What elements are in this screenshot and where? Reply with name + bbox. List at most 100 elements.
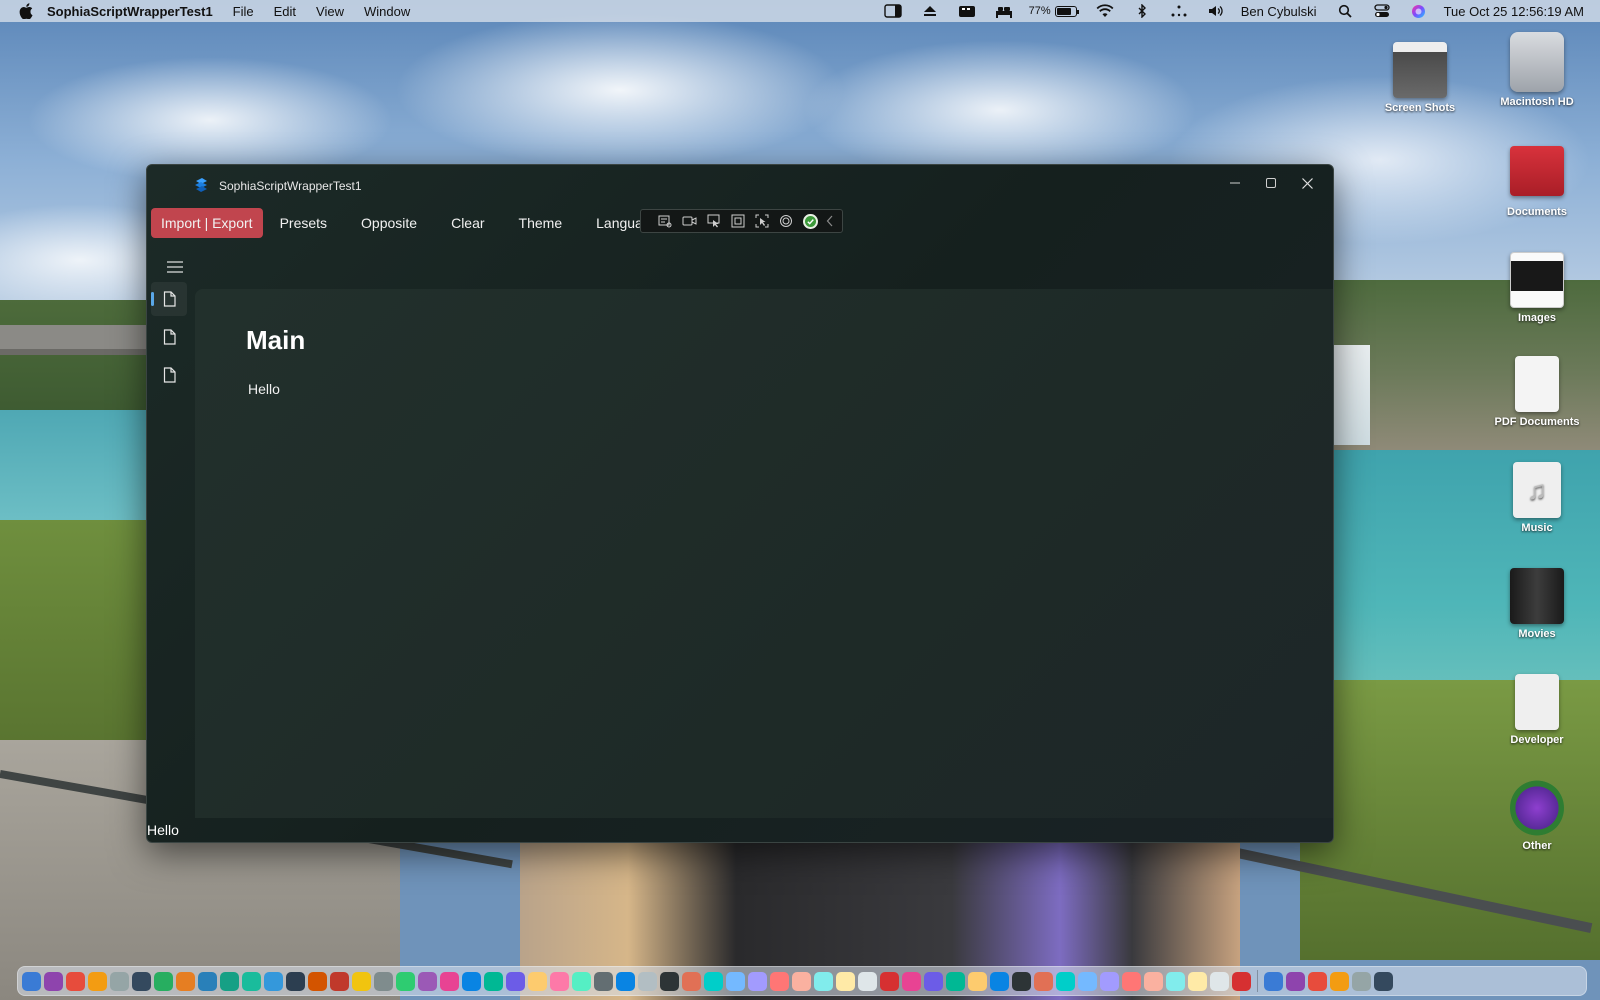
desktop-icon-other[interactable]: Other — [1482, 780, 1592, 852]
dock-app-icon[interactable] — [154, 971, 173, 991]
dock-app-icon[interactable] — [22, 971, 41, 991]
dock-app-icon[interactable] — [418, 971, 437, 991]
dock-app-icon[interactable] — [66, 971, 85, 991]
desktop-icon-documents[interactable]: Documents — [1482, 146, 1592, 218]
menubar-file[interactable]: File — [233, 4, 254, 19]
dock-app-icon[interactable] — [726, 971, 745, 991]
siri-icon[interactable] — [1410, 4, 1428, 18]
dock-app-icon[interactable] — [308, 971, 327, 991]
dock-app-icon[interactable] — [264, 971, 283, 991]
dock-app-icon[interactable] — [484, 971, 503, 991]
volume-icon[interactable] — [1207, 4, 1225, 18]
menubar-view[interactable]: View — [316, 4, 344, 19]
dock-app-icon[interactable] — [330, 971, 349, 991]
minimize-button[interactable] — [1217, 171, 1253, 195]
dock-app-icon[interactable] — [792, 971, 811, 991]
desktop-icon-music[interactable]: ♫ Music — [1482, 462, 1592, 534]
dock-app-icon[interactable] — [682, 971, 701, 991]
check-status-icon[interactable] — [803, 213, 818, 229]
battery-icon[interactable] — [1054, 5, 1079, 17]
track-focus-icon[interactable] — [750, 211, 774, 231]
dock-app-icon[interactable] — [594, 971, 613, 991]
nav-item-main[interactable] — [151, 282, 187, 316]
dock-app-icon[interactable] — [990, 971, 1009, 991]
dock-app-icon[interactable] — [616, 971, 635, 991]
nav-toggle-button[interactable] — [161, 253, 189, 281]
dock-app-icon[interactable] — [902, 971, 921, 991]
video-icon[interactable] — [677, 211, 701, 231]
dock-app-icon[interactable] — [506, 971, 525, 991]
bluetooth-icon[interactable] — [1133, 4, 1151, 18]
dock-app-icon[interactable] — [770, 971, 789, 991]
dock-app-icon[interactable] — [1308, 971, 1327, 991]
dock-app-icon[interactable] — [198, 971, 217, 991]
dock-app-icon[interactable] — [1166, 971, 1185, 991]
dock-app-icon[interactable] — [1078, 971, 1097, 991]
dock-app-icon[interactable] — [1034, 971, 1053, 991]
dock-app-icon[interactable] — [1056, 971, 1075, 991]
dock-app-icon[interactable] — [374, 971, 393, 991]
desktop-icon-macintosh-hd[interactable]: Macintosh HD — [1482, 32, 1592, 108]
menubar-app-name[interactable]: SophiaScriptWrapperTest1 — [47, 4, 213, 19]
menubar-window[interactable]: Window — [364, 4, 410, 19]
nav-item-page-2[interactable] — [151, 320, 187, 354]
apple-icon[interactable] — [19, 3, 33, 19]
dock-app-icon[interactable] — [748, 971, 767, 991]
window-title-bar[interactable]: SophiaScriptWrapperTest1 — [147, 165, 1333, 197]
presets-button[interactable]: Presets — [263, 208, 344, 238]
desktop-icon-screen-shots[interactable]: Screen Shots — [1365, 42, 1475, 114]
dock-app-icon[interactable] — [1374, 971, 1393, 991]
dock-app-icon[interactable] — [462, 971, 481, 991]
dock-app-icon[interactable] — [1232, 971, 1251, 991]
select-element-icon[interactable] — [701, 211, 725, 231]
close-button[interactable] — [1289, 171, 1325, 195]
dock-app-icon[interactable] — [968, 971, 987, 991]
dock-app-icon[interactable] — [1100, 971, 1119, 991]
dock-app-icon[interactable] — [1210, 971, 1229, 991]
dock-app-icon[interactable] — [946, 971, 965, 991]
nav-item-page-3[interactable] — [151, 358, 187, 392]
eject-icon[interactable] — [921, 4, 939, 18]
dock-app-icon[interactable] — [572, 971, 591, 991]
dock-app-icon[interactable] — [528, 971, 547, 991]
dock-app-icon[interactable] — [836, 971, 855, 991]
dock-app-icon[interactable] — [1144, 971, 1163, 991]
dock-app-icon[interactable] — [858, 971, 877, 991]
clear-button[interactable]: Clear — [434, 208, 501, 238]
opposite-button[interactable]: Opposite — [344, 208, 434, 238]
dock-app-icon[interactable] — [242, 971, 261, 991]
theme-button[interactable]: Theme — [502, 208, 580, 238]
desktop-icon-images[interactable]: Images — [1482, 252, 1592, 324]
desktop-icon-pdf-documents[interactable]: PDF Documents — [1482, 356, 1592, 428]
dock-app-icon[interactable] — [286, 971, 305, 991]
dock-app-icon[interactable] — [440, 971, 459, 991]
dock-app-icon[interactable] — [550, 971, 569, 991]
dock-app-icon[interactable] — [638, 971, 657, 991]
collapse-chevron-icon[interactable] — [818, 211, 842, 231]
dock-app-icon[interactable] — [396, 971, 415, 991]
dock-app-icon[interactable] — [220, 971, 239, 991]
hot-reload-icon[interactable] — [774, 211, 798, 231]
menubar-user-name[interactable]: Ben Cybulski — [1241, 4, 1317, 19]
wifi-icon[interactable] — [1096, 4, 1114, 18]
dock-app-icon[interactable] — [814, 971, 833, 991]
bed-icon[interactable] — [995, 4, 1013, 18]
media-icon[interactable] — [958, 4, 976, 18]
dock-app-icon[interactable] — [880, 971, 899, 991]
network-icon[interactable] — [1170, 4, 1188, 18]
dock-app-icon[interactable] — [924, 971, 943, 991]
dock-app-icon[interactable] — [176, 971, 195, 991]
dock-app-icon[interactable] — [1012, 971, 1031, 991]
desktop-icon-movies[interactable]: Movies — [1482, 568, 1592, 640]
control-center-icon[interactable] — [1373, 4, 1391, 18]
import-export-button[interactable]: Import | Export — [151, 208, 263, 238]
dock-app-icon[interactable] — [110, 971, 129, 991]
layout-adorner-icon[interactable] — [726, 211, 750, 231]
menubar-clock[interactable]: Tue Oct 25 12:56:19 AM — [1444, 4, 1584, 19]
dock-app-icon[interactable] — [1264, 971, 1283, 991]
dock-app-icon[interactable] — [704, 971, 723, 991]
maximize-button[interactable] — [1253, 171, 1289, 195]
sidebar-icon[interactable] — [883, 4, 902, 18]
dock-app-icon[interactable] — [660, 971, 679, 991]
dock-app-icon[interactable] — [1286, 971, 1305, 991]
